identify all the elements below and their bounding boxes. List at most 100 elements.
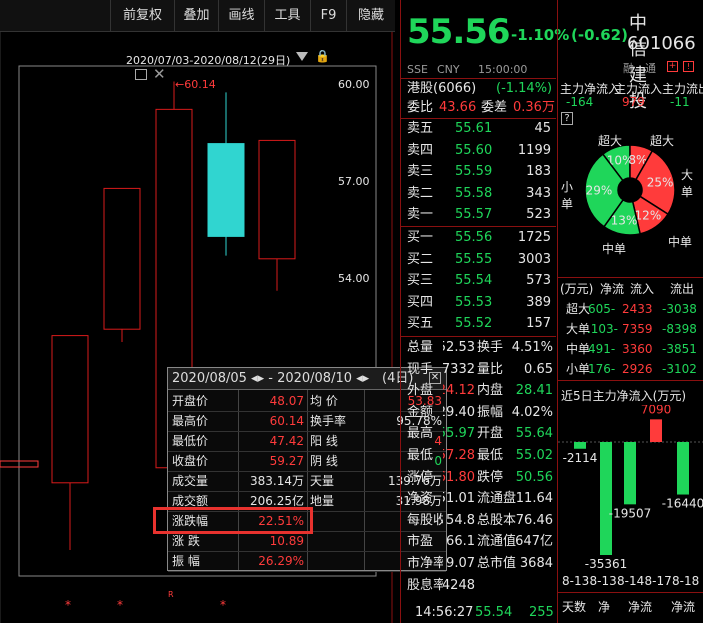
stat-label: 总量 [407,340,434,355]
stat-label: 最低 [407,448,434,463]
stat-value: 24.12 [443,383,475,399]
fund-row-out: -3102 [662,362,697,376]
fund-row-net: -176 [588,362,616,376]
hk-pct: (-1.14%) [496,81,553,96]
toolbar-button-hide[interactable]: 隐藏 [346,0,395,32]
stat-row: 涨停61.80跌停50.56 [401,467,556,488]
bid-row[interactable]: 买二 55.55 3003 [401,249,556,270]
quote-panel: 55.56 -1.10% (-0.62) 中信建投 601066 SSE CNY… [400,0,696,623]
popup-label: 地量 [310,494,335,508]
stat-row: 市盈 66.1 流通值 647亿 [401,531,556,552]
ask-row[interactable]: 卖二 55.58 343 [401,183,556,204]
ask-row[interactable]: 卖五 55.61 45 [401,118,556,139]
ask-row[interactable]: 卖四 55.60 1199 [401,140,556,161]
five-day-bar [650,419,662,442]
popup-label: 振 幅 [172,554,200,568]
stat-row: 股息率 4248 [401,575,556,596]
pie-label-small: 小单 [560,180,573,211]
bid-row[interactable]: 买三 55.54 573 [401,270,556,291]
pie-label-super2: 超大 [650,134,675,148]
five-day-bar [677,442,689,495]
popup-label: 换手率 [310,414,347,428]
stat-row: 金额29.40振幅4.02% [401,402,556,423]
level-volume: 45 [534,121,551,136]
five-day-bar-label: -19507 [609,506,652,520]
five-day-title: 近5日主力净流入(万元) [561,389,686,403]
fund-col-out: 流出 [670,282,695,296]
quote-time: 15:00:00 [478,63,528,76]
stat-row: 市净率 9.07 总市值 3684 [401,553,556,574]
fund-net: -164 [566,95,594,109]
weibi-row: 委比 43.66 委差 0.36万 [401,97,556,118]
fund-row-label: 中单 [566,342,591,356]
stat-value2: 3684 [519,556,553,571]
stat-label: 净资 [407,491,434,507]
level-volume: 389 [526,294,551,310]
fund-col-unit: (万元) [560,282,594,296]
five-day-date: 8-14 [617,574,645,588]
level-volume: 3003 [517,251,551,267]
stat-row: 现手 7332 量比 0.65 [401,359,556,380]
stat-value2: 50.56 [515,469,553,485]
stat-value: 61.80 [443,469,475,485]
pie-label-big: 大单 [681,168,694,199]
stat-value2: 0.65 [524,361,553,377]
bid-row[interactable]: 买五 55.52 157 [401,313,556,334]
candle-body [258,139,296,260]
bid-row[interactable]: 买四 55.53 389 [401,292,556,313]
bid-row[interactable]: 买一 55.56 1725 [401,227,556,248]
stat-value2: 4.02% [511,404,553,420]
max-price-marker: ←60.14 [175,78,216,91]
popup-value: 47.42 [269,434,304,448]
level-volume: 343 [526,185,551,201]
popup-value: 26.29% [258,554,304,568]
pie-label-mid: 中单 [602,242,627,256]
stat-value: 9.07 [446,556,475,571]
maximize-icon[interactable] [135,69,147,80]
level-label: 买二 [407,251,434,267]
range-dropdown-icon[interactable] [296,52,308,61]
fund-table-row: 中单 -491 3360 -3851 [558,339,703,360]
stat-value: 52.53 [443,340,475,355]
fund-col-in: 流入 [630,282,655,296]
stat-label: 市净率 [407,556,443,571]
fund-row-out: -8398 [662,322,697,336]
stat-value: 54.8 [446,512,475,528]
bottom-mark-3: R [168,590,174,599]
level-price: 55.56 [455,230,493,245]
ask-row[interactable]: 卖三 55.59 183 [401,161,556,182]
five-day-bar-label: -35361 [585,557,628,571]
five-day-date: 8-18 [672,574,700,588]
stat-value: 29.40 [443,404,475,420]
stat-row: 总量52.53换手4.51% [401,337,556,358]
five-day-bar-label: 7090 [641,405,672,416]
stat-value2: 28.41 [515,383,553,399]
lock-icon[interactable]: 🔒 [315,49,330,63]
popup-label: 均 价 [310,394,338,408]
fund-row-in: 2433 [622,302,653,316]
tick-row: 14:56:27 55.54 255 [401,602,556,623]
five-day-date: 8-13 [589,574,617,588]
stat-value: 57.28 [443,448,475,463]
toolbar-button-tools[interactable]: 工具 [264,0,310,32]
toolbar-button-fq[interactable]: 前复权 [110,0,174,32]
candle-body [103,187,141,330]
toolbar-button-overlay[interactable]: 叠加 [174,0,218,32]
price-tick-3: 54.00 [338,272,370,285]
fund-row-in: 2926 [622,362,653,376]
toolbar-button-f9[interactable]: F9 [310,0,346,32]
level-price: 55.58 [455,185,493,201]
stat-label: 股息率 [407,577,443,593]
popup-date-range[interactable]: 2020/08/05 ◂▸ - 2020/08/10 ◂▸ [172,368,369,390]
price-tick-1: 60.00 [338,78,370,91]
footer-net2: 净流 [628,600,653,614]
toolbar-button-draw[interactable]: 画线 [218,0,264,32]
help-icon[interactable]: ? [561,112,573,125]
level-price: 55.54 [455,273,493,288]
stat-value2: 11.64 [515,491,553,507]
popup-divider [307,390,308,570]
hk-row[interactable]: 港股(6066) (-1.14%) [401,78,556,99]
popup-label: 涨 跌 [172,534,200,548]
ask-row[interactable]: 卖一 55.57 523 [401,204,556,225]
close-icon[interactable]: ✕ [153,65,166,83]
